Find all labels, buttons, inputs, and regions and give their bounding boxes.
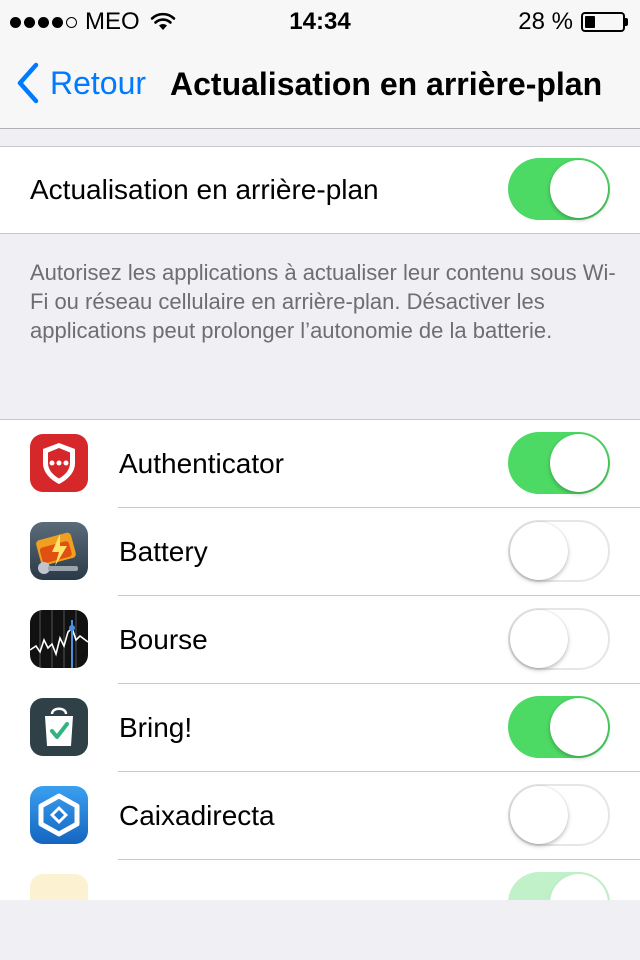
battery-percent: 28 %	[518, 8, 573, 35]
app-toggle-bourse[interactable]	[508, 608, 610, 670]
app-row-partial	[0, 860, 640, 900]
app-row-battery: Battery	[0, 508, 640, 596]
app-name: Authenticator	[119, 448, 284, 479]
app-row-bourse: Bourse	[0, 596, 640, 684]
back-label: Retour	[50, 64, 147, 101]
battery-icon	[581, 12, 625, 32]
toggle-knob	[550, 160, 608, 218]
bring-icon	[30, 698, 88, 756]
caixadirecta-icon	[30, 786, 88, 844]
app-toggle-battery[interactable]	[508, 520, 610, 582]
background-refresh-toggle[interactable]	[508, 158, 610, 220]
navigation-bar: Retour Actualisation en arrière-plan	[0, 40, 640, 129]
toggle-knob	[510, 610, 568, 668]
partial-app-icon	[30, 874, 88, 900]
toggle-knob	[550, 434, 608, 492]
status-bar: MEO 14:34 28 %	[0, 0, 640, 40]
toggle-knob	[550, 698, 608, 756]
toggle-knob	[550, 874, 608, 900]
background-refresh-setting-row: Actualisation en arrière-plan	[0, 146, 640, 234]
toggle-knob	[510, 786, 568, 844]
battery-tip	[625, 18, 628, 26]
status-right: 28 %	[518, 8, 628, 36]
app-name: Bourse	[119, 624, 208, 655]
apps-list: Authenticator Battery Bourse Bring! Caix…	[0, 419, 640, 900]
app-name: Caixadirecta	[119, 800, 275, 831]
app-row-authenticator: Authenticator	[0, 420, 640, 508]
app-name: Battery	[119, 536, 208, 567]
app-row-caixadirecta: Caixadirecta	[0, 772, 640, 860]
setting-description: Autorisez les applications à actualiser …	[30, 260, 616, 343]
app-toggle-partial[interactable]	[508, 872, 610, 900]
app-toggle-authenticator[interactable]	[508, 432, 610, 494]
toggle-knob	[510, 522, 568, 580]
app-row-bring: Bring!	[0, 684, 640, 772]
battery-app-icon	[30, 522, 88, 580]
app-name: Bring!	[119, 712, 193, 743]
authenticator-icon	[30, 434, 88, 492]
app-toggle-bring[interactable]	[508, 696, 610, 758]
stocks-icon	[30, 610, 88, 668]
chevron-left-icon	[17, 62, 39, 104]
back-button[interactable]: Retour	[16, 62, 146, 104]
app-toggle-caixadirecta[interactable]	[508, 784, 610, 846]
background-refresh-label: Actualisation en arrière-plan	[30, 174, 379, 205]
battery-level	[585, 16, 596, 28]
page-title: Actualisation en arrière-plan	[170, 66, 603, 102]
